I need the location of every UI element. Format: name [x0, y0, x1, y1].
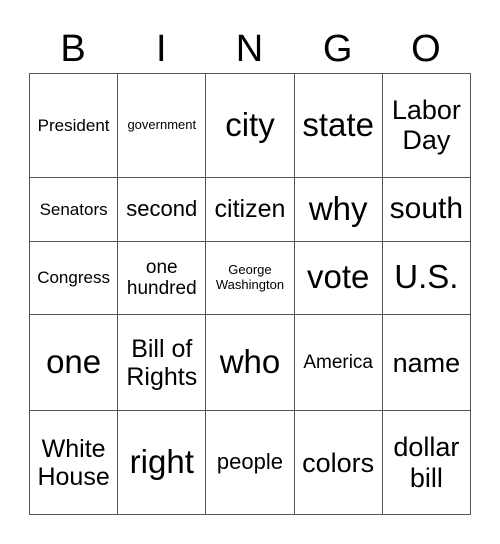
- bingo-cell[interactable]: citizen: [205, 176, 295, 242]
- bingo-cell[interactable]: America: [293, 314, 383, 412]
- bingo-cell[interactable]: one hundred: [117, 240, 207, 316]
- grid-row: one Bill of Rights who America name: [28, 314, 472, 412]
- bingo-cell[interactable]: city: [205, 73, 295, 178]
- bingo-cell[interactable]: Labor Day: [381, 73, 472, 178]
- bingo-cell[interactable]: Bill of Rights: [117, 314, 207, 412]
- bingo-cell[interactable]: people: [205, 410, 295, 515]
- bingo-cell[interactable]: dollar bill: [381, 410, 472, 515]
- bingo-cell[interactable]: Senators: [28, 176, 119, 242]
- bingo-cell[interactable]: George Washington: [205, 240, 295, 316]
- bingo-cell[interactable]: vote: [293, 240, 383, 316]
- bingo-cell[interactable]: name: [381, 314, 472, 412]
- bingo-cell[interactable]: who: [205, 314, 295, 412]
- header-letter-b: B: [60, 28, 86, 70]
- grid-row: Senators second citizen why south: [28, 176, 472, 242]
- bingo-cell[interactable]: President: [28, 73, 119, 178]
- grid-row: Congress one hundred George Washington v…: [28, 240, 472, 316]
- bingo-cell[interactable]: second: [117, 176, 207, 242]
- header-letter-i: I: [156, 28, 167, 70]
- grid-row: President government city state Labor Da…: [28, 73, 472, 178]
- bingo-header: B I N G O: [29, 26, 470, 72]
- header-letter-o: O: [411, 28, 441, 70]
- bingo-cell[interactable]: state: [293, 73, 383, 178]
- bingo-cell[interactable]: why: [293, 176, 383, 242]
- bingo-cell[interactable]: right: [117, 410, 207, 515]
- bingo-cell[interactable]: colors: [293, 410, 383, 515]
- bingo-cell[interactable]: one: [28, 314, 119, 412]
- bingo-grid: President government city state Labor Da…: [28, 73, 472, 515]
- header-letter-n: N: [235, 28, 264, 70]
- grid-row: White House right people colors dollar b…: [28, 410, 472, 515]
- bingo-cell[interactable]: Congress: [28, 240, 119, 316]
- bingo-cell[interactable]: south: [381, 176, 472, 242]
- header-letter-g: G: [322, 28, 353, 70]
- bingo-cell[interactable]: government: [117, 73, 207, 178]
- bingo-cell[interactable]: White House: [28, 410, 119, 515]
- bingo-cell[interactable]: U.S.: [381, 240, 472, 316]
